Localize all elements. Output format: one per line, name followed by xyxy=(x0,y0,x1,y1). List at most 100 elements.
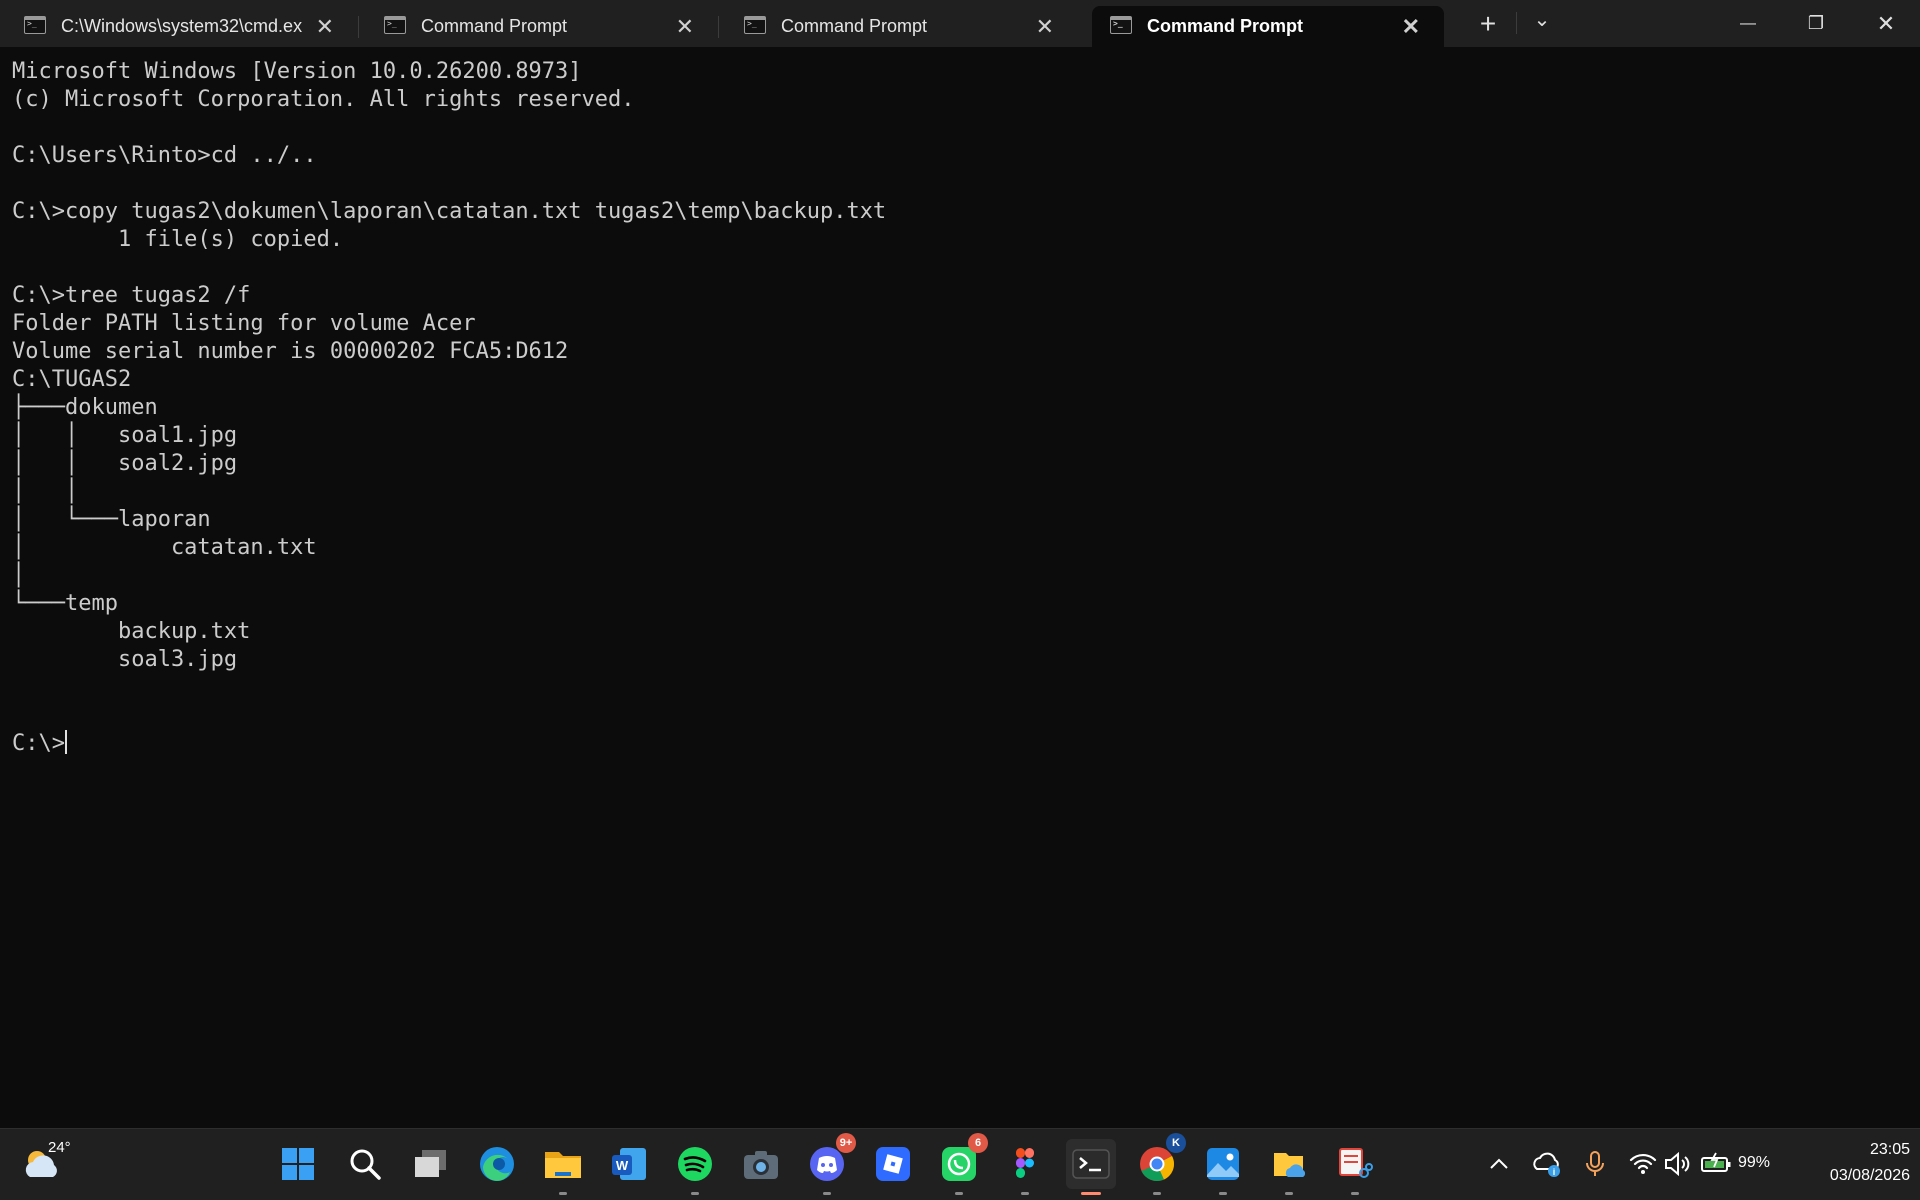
running-indicator xyxy=(1285,1192,1293,1195)
terminal-line: (c) Microsoft Corporation. All rights re… xyxy=(12,87,635,112)
taskbar-app-word[interactable]: W xyxy=(604,1139,654,1189)
snipping-tool-icon xyxy=(1339,1148,1373,1178)
taskbar-app-file-manager[interactable] xyxy=(1264,1139,1314,1195)
terminal-line: C:\>copy tugas2\dokumen\laporan\catatan.… xyxy=(12,199,887,224)
notification-badge: 9+ xyxy=(836,1133,856,1153)
task-view-button[interactable] xyxy=(406,1139,456,1189)
command-prompt: C:\> xyxy=(12,731,65,756)
close-icon[interactable]: ✕ xyxy=(1402,6,1420,47)
edge-icon xyxy=(480,1147,514,1181)
task-view-icon xyxy=(415,1150,446,1177)
chevron-up-icon xyxy=(1490,1158,1508,1169)
terminal-line: ├───dokumen xyxy=(12,395,158,420)
terminal-icon xyxy=(744,16,766,34)
search-button[interactable] xyxy=(340,1139,390,1189)
running-indicator xyxy=(1351,1192,1359,1195)
clock-date: 03/08/2026 xyxy=(1829,1167,1910,1184)
windows-logo-icon xyxy=(282,1148,314,1180)
weather-temperature: 24° xyxy=(48,1139,71,1156)
terminal-line: soal3.jpg xyxy=(12,647,238,672)
taskbar-app-spotify[interactable] xyxy=(670,1139,720,1195)
onedrive-tray[interactable]: i xyxy=(1532,1149,1564,1179)
taskbar-app-figma[interactable] xyxy=(1000,1139,1050,1195)
tab-divider xyxy=(718,16,719,38)
weather-widget[interactable]: 24° xyxy=(20,1139,80,1187)
search-icon xyxy=(350,1149,381,1180)
taskbar-app-whatsapp[interactable]: 6 xyxy=(934,1133,988,1195)
folder-cloud-icon xyxy=(1274,1153,1306,1177)
battery-tray[interactable] xyxy=(1700,1149,1732,1179)
running-indicator xyxy=(955,1192,963,1195)
new-tab-button[interactable]: + xyxy=(1466,0,1510,47)
terminal-line: C:\TUGAS2 xyxy=(12,367,132,392)
terminal-line: Microsoft Windows [Version 10.0.26200.89… xyxy=(12,59,582,84)
terminal-line: │ catatan.txt xyxy=(12,535,317,560)
terminal-line: │ │ xyxy=(12,479,79,504)
battery-percentage: 99% xyxy=(1738,1154,1771,1171)
terminal-output[interactable]: Microsoft Windows [Version 10.0.26200.89… xyxy=(0,47,1920,1127)
running-indicator xyxy=(1081,1192,1101,1195)
running-indicator xyxy=(1219,1192,1227,1195)
battery-charging-icon xyxy=(1701,1152,1731,1172)
running-indicator xyxy=(823,1192,831,1195)
close-icon[interactable]: ✕ xyxy=(316,6,334,47)
microphone-tray[interactable] xyxy=(1584,1149,1606,1179)
taskbar-app-edge[interactable] xyxy=(472,1139,522,1189)
taskbar-app-discord[interactable]: 9+ xyxy=(802,1133,856,1195)
terminal-line: │ │ soal1.jpg xyxy=(12,423,238,448)
taskbar-app-chrome[interactable]: K xyxy=(1132,1133,1186,1195)
clock[interactable]: 23:05 03/08/2026 xyxy=(1790,1137,1910,1193)
maximize-button[interactable]: ❐ xyxy=(1790,0,1842,47)
figma-icon xyxy=(1016,1148,1034,1178)
svg-text:W: W xyxy=(616,1158,629,1173)
word-icon: W xyxy=(612,1148,646,1180)
photos-icon xyxy=(1207,1148,1239,1180)
tab-dropdown-button[interactable]: ⌄ xyxy=(1522,0,1562,47)
taskbar-app-snipping-tool[interactable] xyxy=(1330,1139,1380,1195)
terminal-line: 1 file(s) copied. xyxy=(12,227,344,252)
tab-title: C:\Windows\system32\cmd.ex xyxy=(61,16,303,36)
show-hidden-icons-button[interactable] xyxy=(1486,1151,1512,1177)
terminal-line: └───temp xyxy=(12,591,118,616)
folder-icon xyxy=(545,1152,581,1178)
taskbar: 24° W 9+ 6 K i 99% 23:05 03/08/2026 xyxy=(0,1128,1920,1200)
tab-title: Command Prompt xyxy=(781,16,928,36)
spotify-icon xyxy=(678,1147,712,1181)
terminal-icon xyxy=(1072,1149,1110,1179)
running-indicator xyxy=(1021,1192,1029,1195)
close-window-button[interactable]: ✕ xyxy=(1858,0,1914,47)
roblox-icon xyxy=(876,1147,910,1181)
terminal-prompt-line[interactable]: C:\> xyxy=(12,730,1920,758)
taskbar-app-terminal[interactable] xyxy=(1066,1139,1116,1195)
taskbar-app-photos[interactable] xyxy=(1198,1139,1248,1195)
divider xyxy=(1516,12,1517,34)
microphone-icon xyxy=(1586,1151,1604,1176)
start-button[interactable] xyxy=(273,1139,323,1189)
tab-cmd-system32[interactable]: C:\Windows\system32\cmd.ex ✕ xyxy=(6,6,359,47)
taskbar-app-roblox[interactable] xyxy=(868,1139,918,1189)
clock-time: 23:05 xyxy=(1869,1141,1910,1158)
taskbar-app-file-explorer[interactable] xyxy=(538,1139,588,1195)
svg-text:i: i xyxy=(1553,1167,1556,1177)
speaker-icon xyxy=(1665,1151,1690,1177)
wifi-icon xyxy=(1629,1153,1657,1174)
terminal-icon xyxy=(384,16,406,34)
tab-title: Command Prompt xyxy=(1147,16,1304,36)
wifi-tray[interactable] xyxy=(1628,1149,1658,1179)
terminal-line: │ └───laporan xyxy=(12,507,211,532)
tab-command-prompt-1[interactable]: Command Prompt ✕ xyxy=(366,6,719,47)
tab-command-prompt-2[interactable]: Command Prompt ✕ xyxy=(726,6,1078,47)
terminal-line: │ xyxy=(12,563,26,588)
tab-command-prompt-active[interactable]: Command Prompt ✕ xyxy=(1092,6,1444,47)
close-icon[interactable]: ✕ xyxy=(676,6,694,47)
volume-tray[interactable] xyxy=(1662,1149,1692,1179)
running-indicator xyxy=(1153,1192,1161,1195)
notification-badge: 6 xyxy=(968,1133,988,1153)
minimize-button[interactable]: — xyxy=(1722,0,1774,47)
terminal-line: Volume serial number is 00000202 FCA5:D6… xyxy=(12,339,569,364)
close-icon[interactable]: ✕ xyxy=(1036,6,1054,47)
taskbar-app-camera[interactable] xyxy=(736,1139,786,1189)
